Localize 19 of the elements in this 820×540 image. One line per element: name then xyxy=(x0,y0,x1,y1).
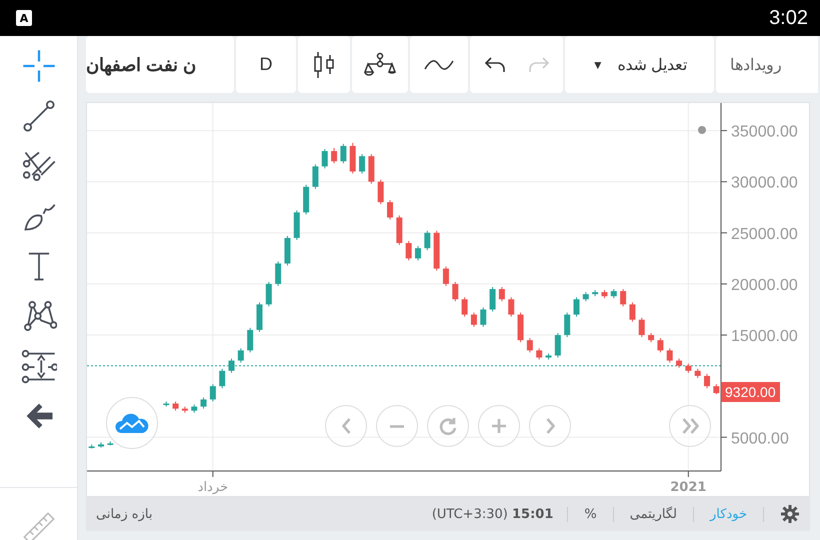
adjustment-dropdown[interactable]: ▼ تعدیل شده xyxy=(565,36,714,93)
timezone-label[interactable]: (UTC+3:30) 15:01 xyxy=(432,506,568,522)
price-badge: 9320.00 xyxy=(721,382,780,402)
y-axis-label: 30000.00 xyxy=(731,174,798,192)
app-badge: A xyxy=(16,10,32,26)
x-axis-label: 2021 xyxy=(670,480,706,495)
y-axis-label: 15000.00 xyxy=(731,328,798,346)
scale-toggle[interactable]: لگاریتمی xyxy=(614,506,694,522)
y-axis-label: 20000.00 xyxy=(731,276,798,294)
clock: 3:02 xyxy=(769,6,808,30)
scale-toggle[interactable]: % xyxy=(568,506,614,522)
y-axis-label: 35000.00 xyxy=(731,124,798,141)
events-button[interactable]: رویدادها xyxy=(716,36,818,93)
y-axis-label: 25000.00 xyxy=(731,226,798,243)
time-range-label[interactable]: بازه زمانی xyxy=(96,506,152,522)
symbol-selector[interactable]: ن نفت اصفهان xyxy=(86,36,234,93)
x-axis-label: خرداد xyxy=(198,480,228,495)
y-axis-label: 5000.00 xyxy=(731,430,789,448)
interval-button[interactable]: D xyxy=(236,36,296,93)
